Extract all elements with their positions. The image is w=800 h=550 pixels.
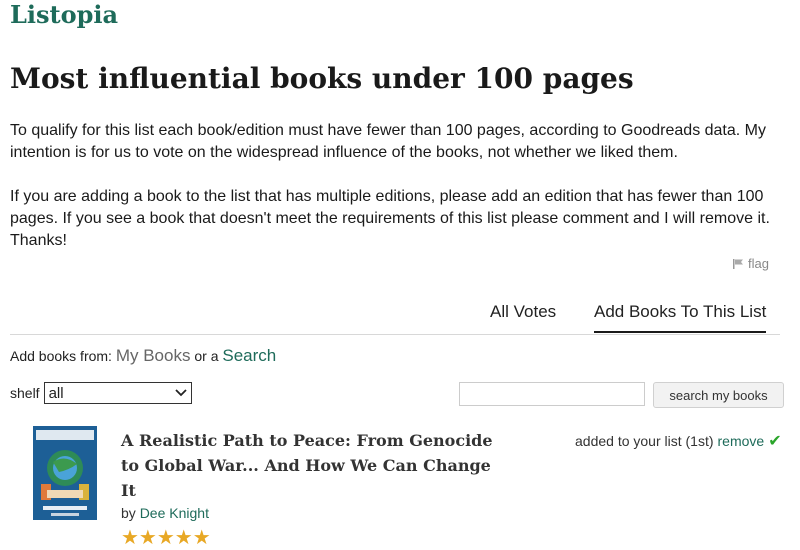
shelf-select[interactable]: all	[43, 382, 192, 404]
star-rating[interactable]: ★★★★★	[121, 525, 211, 550]
shelf-filter: shelf all	[10, 382, 192, 404]
flag-link[interactable]: flag	[732, 256, 769, 271]
shelf-selected-value: all	[48, 384, 64, 402]
description-paragraph: To qualify for this list each book/editi…	[10, 122, 766, 161]
search-link[interactable]: Search	[222, 346, 276, 365]
my-books-link[interactable]: My Books	[116, 346, 191, 365]
chevron-down-icon	[174, 389, 187, 397]
add-from-label: Add books from:	[10, 348, 112, 364]
author-link[interactable]: Dee Knight	[140, 505, 209, 521]
by-label: by	[121, 505, 136, 521]
shelf-label: shelf	[10, 385, 40, 401]
or-a-label: or a	[194, 348, 219, 364]
site-brand[interactable]: Listopia	[10, 0, 118, 29]
remove-link[interactable]: remove	[718, 433, 765, 449]
book-title[interactable]: A Realistic Path to Peace: From Genocide…	[121, 428, 511, 503]
book-author-line: by Dee Knight	[121, 505, 209, 521]
description-paragraph: If you are adding a book to the list tha…	[10, 188, 770, 249]
tab-add-books[interactable]: Add Books To This List	[594, 302, 767, 333]
book-cover[interactable]	[33, 426, 97, 520]
flag-icon	[733, 258, 744, 269]
check-icon: ✔	[768, 433, 782, 450]
list-tabs: All Votes Add Books To This List	[10, 300, 780, 335]
search-my-books-button[interactable]: search my books	[653, 382, 784, 408]
status-text: added to your list (1st)	[575, 433, 714, 449]
page-title: Most influential books under 100 pages	[10, 62, 634, 95]
list-description: To qualify for this list each book/editi…	[10, 120, 785, 252]
add-books-from: Add books from: My Books or a Search	[10, 346, 276, 366]
tab-all-votes[interactable]: All Votes	[490, 302, 556, 331]
search-input[interactable]	[459, 382, 645, 406]
flag-label[interactable]: flag	[748, 256, 769, 271]
list-status: added to your list (1st) remove ✔	[575, 431, 782, 451]
book-cover-image	[33, 426, 97, 520]
